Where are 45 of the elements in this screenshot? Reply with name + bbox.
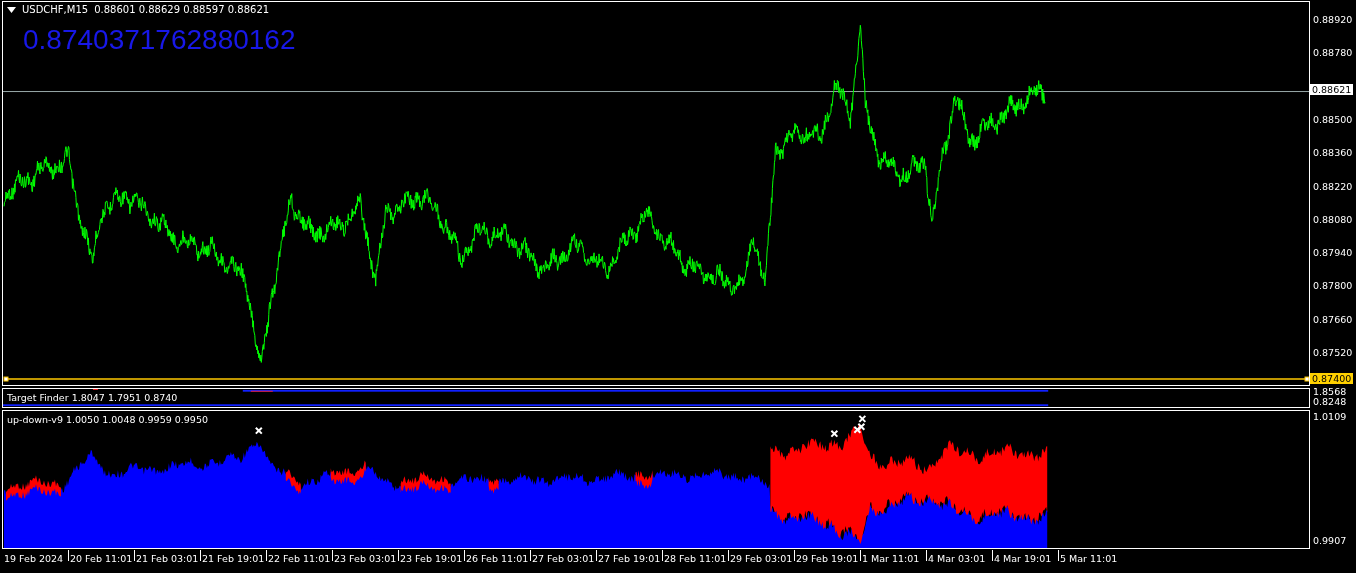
indicator-label: Target Finder 1.8047 1.7951 0.8740 [7,392,178,403]
time-axis-label: 27 Feb 03:01 [530,550,596,561]
time-axis-label: 27 Feb 19:01 [596,550,662,561]
price-axis-label: 0.87520 [1313,347,1353,358]
time-axis-label: 20 Feb 11:01 [68,550,134,561]
time-axis-label: 22 Feb 11:01 [266,550,332,561]
cross-mark-icon [858,414,867,423]
level-price-label: 0.87400 [1310,373,1354,384]
price-axis-label: 0.87940 [1313,247,1353,259]
time-axis-label: 1 Mar 11:01 [860,550,926,561]
price-axis-label: 0.87800 [1313,280,1353,292]
current-price-label: 0.88621 [1310,84,1354,95]
indicator-axis-label: 1.8568 [1313,386,1347,397]
time-axis-label: 4 Mar 03:01 [926,550,992,561]
level-line[interactable] [3,376,1309,382]
time-axis-label: 5 Mar 11:01 [1058,550,1124,561]
time-axis-label: 23 Feb 03:01 [332,550,398,561]
time-axis-label: 29 Feb 03:01 [728,550,794,561]
dropdown-icon[interactable] [7,6,16,13]
indicator-axis-label: 0.8248 [1313,396,1347,407]
indicator-value: 0.8740371762880162 [23,24,296,56]
price-axis-label: 0.88360 [1313,147,1353,159]
cross-mark-icon [254,426,263,435]
symbol-label: USDCHF,M15 [22,4,89,15]
price-axis-label: 0.88080 [1313,213,1353,225]
price-axis-label: 0.88920 [1313,14,1353,25]
time-axis-label: 29 Feb 19:01 [794,550,860,561]
cross-mark-icon [830,429,839,438]
price-axis-label: 0.87660 [1313,313,1353,325]
cross-mark-icon [853,425,862,434]
price-axis-label: 0.88780 [1313,47,1353,59]
ohlc-values: 0.88601 0.88629 0.88597 0.88621 [94,4,270,15]
time-axis-label: 21 Feb 19:01 [200,550,266,561]
time-axis-label: 19 Feb 2024 [3,552,65,561]
time-axis-label: 26 Feb 11:01 [464,550,530,561]
price-axis-label: 0.88500 [1313,113,1353,125]
time-axis-label: 23 Feb 19:01 [398,550,464,561]
indicator-axis-label: 1.0109 [1313,411,1347,422]
time-axis-label: 4 Mar 19:01 [992,550,1058,561]
time-axis-label: 28 Feb 11:01 [662,550,728,561]
cross-mark-icon [857,422,866,431]
indicator-axis-label: 0.9907 [1313,535,1347,546]
time-axis-label: 21 Feb 03:01 [134,550,200,561]
price-axis-label: 0.88220 [1313,180,1353,192]
indicator-label: up-down-v9 1.0050 1.0048 0.9959 0.9950 [7,414,208,425]
